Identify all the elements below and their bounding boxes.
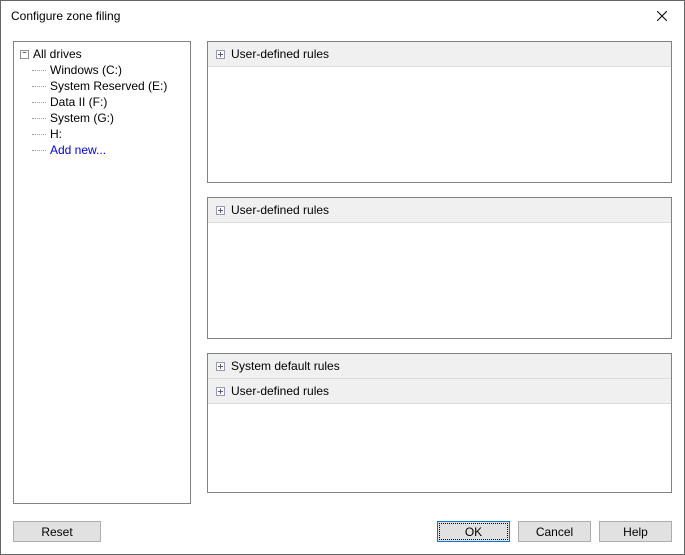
tree-root-label: All drives xyxy=(33,47,82,61)
tree-item-drive[interactable]: H: xyxy=(28,126,188,142)
add-new-label: Add new... xyxy=(50,143,106,157)
tree-item-label: System Reserved (E:) xyxy=(50,79,167,93)
tree-connector xyxy=(32,86,46,87)
close-button[interactable] xyxy=(639,2,684,31)
expand-icon[interactable] xyxy=(216,362,225,371)
cancel-button[interactable]: Cancel xyxy=(518,521,591,542)
rule-group-header[interactable]: User-defined rules xyxy=(208,379,671,404)
rule-group-label: User-defined rules xyxy=(231,203,329,217)
titlebar: Configure zone filing xyxy=(1,1,684,31)
expand-icon[interactable] xyxy=(216,387,225,396)
tree-item-drive[interactable]: System Reserved (E:) xyxy=(28,78,188,94)
rules-panels-container: User-defined rules User-defined rules Sy… xyxy=(207,41,672,509)
rule-group-label: System default rules xyxy=(231,359,340,373)
dialog-content: All drives Windows (C:) System Reserved … xyxy=(1,31,684,509)
help-button[interactable]: Help xyxy=(599,521,672,542)
rules-panel-1: User-defined rules xyxy=(207,41,672,183)
reset-button[interactable]: Reset xyxy=(13,521,101,542)
button-bar: Reset OK Cancel Help xyxy=(1,509,684,554)
tree-item-label: System (G:) xyxy=(50,111,114,125)
tree-item-label: Windows (C:) xyxy=(50,63,122,77)
tree-item-drive[interactable]: Windows (C:) xyxy=(28,62,188,78)
tree-connector xyxy=(32,70,46,71)
rule-group-header[interactable]: User-defined rules xyxy=(208,198,671,223)
tree-connector xyxy=(32,102,46,103)
window-title: Configure zone filing xyxy=(11,9,120,23)
tree-item-label: H: xyxy=(50,127,62,141)
expand-icon[interactable] xyxy=(216,50,225,59)
tree-connector xyxy=(32,118,46,119)
tree-children: Windows (C:) System Reserved (E:) Data I… xyxy=(16,62,188,158)
rule-group-header[interactable]: System default rules xyxy=(208,354,671,379)
rules-panel-3: System default rules User-defined rules xyxy=(207,353,672,493)
tree-item-label: Data II (F:) xyxy=(50,95,107,109)
tree-connector xyxy=(32,134,46,135)
collapse-icon[interactable] xyxy=(20,50,29,59)
expand-icon[interactable] xyxy=(216,206,225,215)
close-icon xyxy=(657,11,667,21)
ok-button[interactable]: OK xyxy=(437,521,510,542)
rules-panel-2: User-defined rules xyxy=(207,197,672,339)
rule-group-label: User-defined rules xyxy=(231,384,329,398)
rule-group-label: User-defined rules xyxy=(231,47,329,61)
rule-group-header[interactable]: User-defined rules xyxy=(208,42,671,67)
drive-tree-panel: All drives Windows (C:) System Reserved … xyxy=(13,41,191,504)
tree-item-add-new[interactable]: Add new... xyxy=(28,142,188,158)
tree-item-drive[interactable]: Data II (F:) xyxy=(28,94,188,110)
tree-item-drive[interactable]: System (G:) xyxy=(28,110,188,126)
tree-root-all-drives[interactable]: All drives xyxy=(16,46,188,62)
tree-connector xyxy=(32,150,46,151)
